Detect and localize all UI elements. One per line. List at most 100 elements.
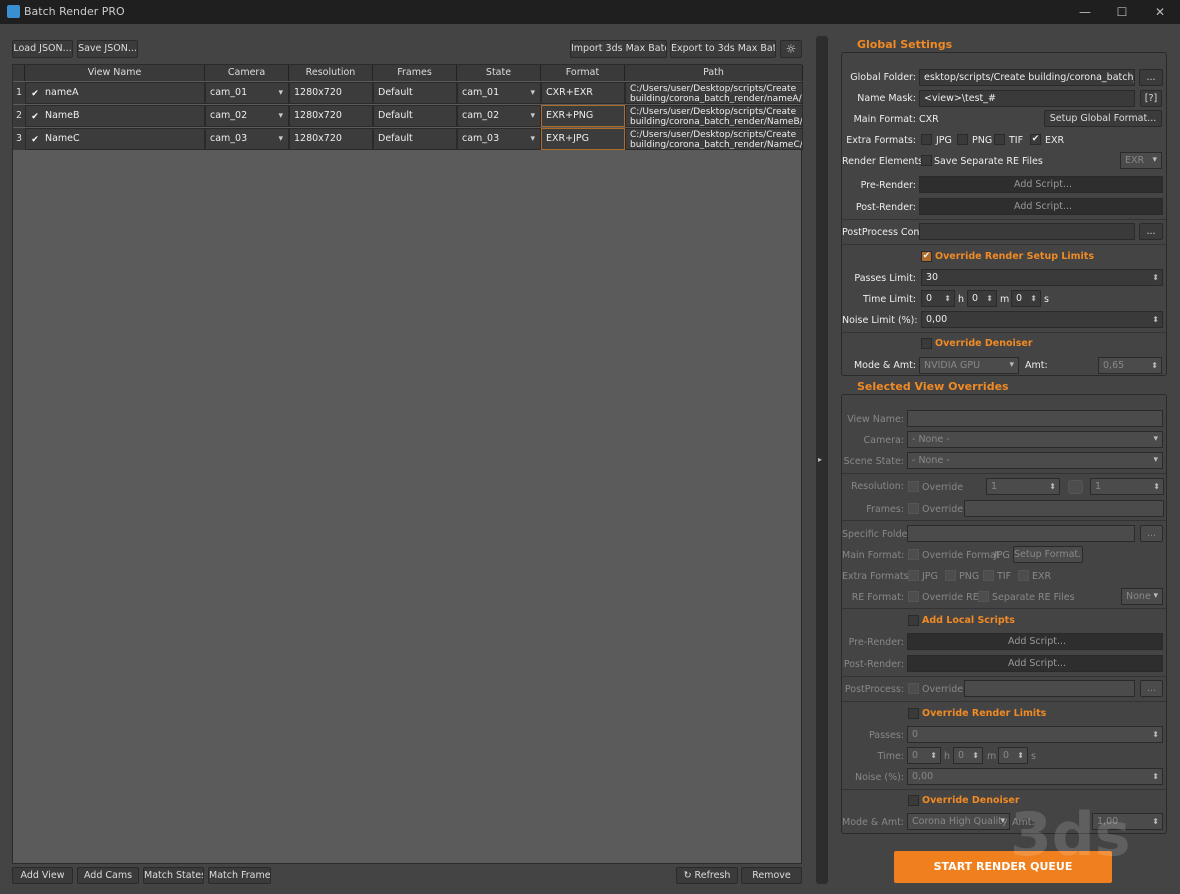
override-limits-checkbox[interactable]: ✔ [921, 251, 932, 262]
global-folder-input[interactable]: esktop/scripts/Create building/corona_ba… [919, 69, 1135, 86]
table-row-view-name[interactable]: ✔ NameC [25, 128, 205, 150]
row-resolution[interactable]: 1280x720 [289, 128, 373, 150]
pre-render-script-button[interactable]: Add Script... [919, 176, 1163, 193]
sel-pre-render-script-button[interactable]: Add Script... [907, 633, 1163, 650]
column-header-path[interactable]: Path [625, 65, 803, 81]
sel-extra-jpg-checkbox[interactable] [908, 570, 919, 581]
load-json-button[interactable]: Load JSON... [12, 40, 73, 58]
maximize-button[interactable]: ☐ [1112, 4, 1132, 20]
override-format-checkbox[interactable] [908, 549, 919, 560]
override-denoiser-checkbox[interactable] [921, 338, 932, 349]
sel-time-hours-input[interactable]: 0 [907, 747, 941, 764]
sel-postprocess-input[interactable] [964, 680, 1135, 697]
camera-select[interactable]: - None - [907, 431, 1163, 448]
sel-time-minutes-input[interactable]: 0 [953, 747, 983, 764]
link-icon[interactable] [1068, 480, 1083, 494]
row-resolution[interactable]: 1280x720 [289, 105, 373, 127]
row-state-combo[interactable]: cam_01 [457, 82, 541, 104]
row-path[interactable]: C:/Users/user/Desktop/scripts/Create buil… [625, 105, 803, 127]
extra-exr-checkbox[interactable]: ✔ [1030, 134, 1041, 145]
view-name-input[interactable] [907, 410, 1163, 427]
denoiser-amt-input[interactable]: 0,65 [1098, 357, 1162, 374]
save-json-button[interactable]: Save JSON... [77, 40, 138, 58]
row-frames[interactable]: Default [373, 128, 457, 150]
row-state-combo[interactable]: cam_03 [457, 128, 541, 150]
override-render-limits-checkbox[interactable] [908, 708, 919, 719]
column-header-view-name[interactable]: View Name [25, 65, 205, 81]
import-batch-button[interactable]: Import 3ds Max Batch [570, 40, 667, 58]
frames-input[interactable] [964, 500, 1164, 517]
row-path[interactable]: C:/Users/user/Desktop/scripts/Create buil… [625, 82, 803, 104]
re-format-select[interactable]: EXR [1120, 152, 1162, 169]
override-re-checkbox[interactable] [908, 591, 919, 602]
setup-global-format-button[interactable]: Setup Global Format... [1044, 110, 1162, 127]
postprocess-browse-button[interactable]: ... [1139, 223, 1163, 240]
sel-extra-png-checkbox[interactable] [945, 570, 956, 581]
specific-folder-input[interactable] [907, 525, 1135, 542]
column-header-format[interactable]: Format [541, 65, 625, 81]
sel-time-seconds-input[interactable]: 0 [998, 747, 1028, 764]
postprocess-override-checkbox[interactable] [908, 683, 919, 694]
row-checkbox[interactable]: ✔ [30, 112, 40, 122]
frames-override-checkbox[interactable] [908, 503, 919, 514]
chevron-right-icon[interactable]: ▸ [818, 455, 822, 464]
row-checkbox[interactable]: ✔ [30, 135, 40, 145]
row-camera-combo[interactable]: cam_01 [205, 82, 289, 104]
row-format[interactable]: CXR+EXR [541, 82, 625, 104]
match-frames-button[interactable]: Match Frames [208, 867, 271, 884]
extra-jpg-checkbox[interactable] [921, 134, 932, 145]
export-batch-button[interactable]: Export to 3ds Max Batch [670, 40, 776, 58]
row-checkbox[interactable]: ✔ [30, 89, 40, 99]
time-seconds-input[interactable]: 0 [1011, 290, 1041, 307]
add-view-button[interactable]: Add View [12, 867, 73, 884]
setup-format-button[interactable]: Setup Format... [1013, 546, 1083, 563]
add-cams-button[interactable]: Add Cams [77, 867, 139, 884]
resolution-override-checkbox[interactable] [908, 481, 919, 492]
row-format[interactable]: EXR+PNG [541, 105, 625, 127]
row-format[interactable]: EXR+JPG [541, 128, 625, 150]
remove-button[interactable]: Remove [741, 867, 802, 884]
row-resolution[interactable]: 1280x720 [289, 82, 373, 104]
minimize-button[interactable]: — [1075, 4, 1095, 20]
post-render-script-button[interactable]: Add Script... [919, 198, 1163, 215]
extra-tif-checkbox[interactable] [994, 134, 1005, 145]
settings-gear-icon[interactable]: ☼ [780, 40, 802, 58]
column-header-state[interactable]: State [457, 65, 541, 81]
sel-postprocess-browse-button[interactable]: ... [1140, 680, 1163, 697]
row-camera-combo[interactable]: cam_03 [205, 128, 289, 150]
separate-re-checkbox[interactable] [978, 591, 989, 602]
global-folder-browse-button[interactable]: ... [1139, 69, 1163, 86]
sel-extra-tif-checkbox[interactable] [983, 570, 994, 581]
table-row-view-name[interactable]: ✔ NameB [25, 105, 205, 127]
column-header-resolution[interactable]: Resolution [289, 65, 373, 81]
specific-folder-browse-button[interactable]: ... [1140, 525, 1163, 542]
sel-denoiser-mode-select[interactable]: Corona High Quality [907, 813, 1010, 830]
column-header-frames[interactable]: Frames [373, 65, 457, 81]
close-button[interactable]: ✕ [1150, 4, 1170, 20]
sel-override-denoiser-checkbox[interactable] [908, 795, 919, 806]
row-state-combo[interactable]: cam_02 [457, 105, 541, 127]
passes-limit-input[interactable]: 30 [921, 269, 1163, 286]
resolution-width-input[interactable]: 1 [986, 478, 1060, 495]
time-hours-input[interactable]: 0 [921, 290, 955, 307]
column-header-camera[interactable]: Camera [205, 65, 289, 81]
extra-png-checkbox[interactable] [957, 134, 968, 145]
resolution-height-input[interactable]: 1 [1090, 478, 1164, 495]
refresh-button[interactable]: ↻ Refresh [676, 867, 738, 884]
sel-noise-input[interactable]: 0,00 [907, 768, 1163, 785]
add-local-scripts-checkbox[interactable] [908, 615, 919, 626]
postprocess-conf-input[interactable] [919, 223, 1135, 240]
row-frames[interactable]: Default [373, 105, 457, 127]
name-mask-help-button[interactable]: [?] [1140, 90, 1162, 107]
row-path[interactable]: C:/Users/user/Desktop/scripts/Create buil… [625, 128, 803, 150]
row-frames[interactable]: Default [373, 82, 457, 104]
scene-state-select[interactable]: - None - [907, 452, 1163, 469]
match-states-button[interactable]: Match States [143, 867, 204, 884]
sel-passes-input[interactable]: 0 [907, 726, 1163, 743]
denoiser-mode-select[interactable]: NVIDIA GPU [919, 357, 1019, 374]
name-mask-input[interactable]: <view>\test_# [919, 90, 1135, 107]
time-minutes-input[interactable]: 0 [967, 290, 997, 307]
re-format-select[interactable]: None [1121, 588, 1163, 605]
sel-post-render-script-button[interactable]: Add Script... [907, 655, 1163, 672]
noise-limit-input[interactable]: 0,00 [921, 311, 1163, 328]
